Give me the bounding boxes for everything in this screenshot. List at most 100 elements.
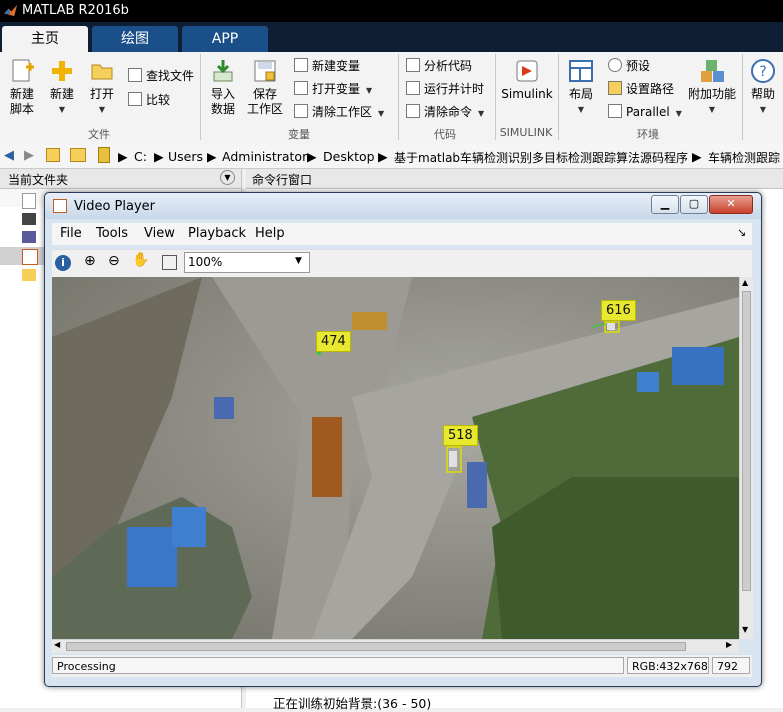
set-path-button[interactable]: 设置路径	[608, 79, 674, 99]
fit-to-window-icon[interactable]	[162, 255, 177, 270]
import-data-button[interactable]: 导入 数据	[206, 58, 240, 117]
video-player-title-bar[interactable]: Video Player ▁ ▢ ✕	[45, 193, 761, 219]
browse-folder-icon[interactable]	[70, 148, 86, 162]
tab-home[interactable]: 主页	[2, 26, 88, 52]
group-variable-label: 变量	[288, 128, 310, 141]
compare-button[interactable]: 比较	[128, 90, 170, 110]
group-environment-label: 环境	[637, 128, 659, 141]
panel-options-icon[interactable]: ▼	[220, 170, 235, 185]
parallel-dropdown-icon: ▼	[675, 109, 682, 118]
open-variable-button[interactable]: 打开变量 ▼	[294, 79, 372, 99]
new-button[interactable]: 新建 ▼	[44, 58, 80, 117]
open-variable-icon	[294, 81, 308, 95]
help-label: 帮助	[750, 87, 775, 101]
file-icon[interactable]	[22, 193, 36, 209]
current-folder-title: 当前文件夹	[8, 173, 69, 187]
breadcrumb-separator: ▶	[692, 149, 702, 164]
app-title-bar: MATLAB R2016b	[0, 0, 783, 22]
scroll-left-icon[interactable]: ◀	[54, 640, 60, 649]
scroll-down-icon[interactable]: ▼	[742, 625, 748, 634]
breadcrumb-item[interactable]: Desktop	[323, 149, 375, 164]
vertical-scroll-thumb[interactable]	[742, 291, 751, 591]
analyze-code-button[interactable]: 分析代码	[406, 56, 472, 76]
breadcrumb-item[interactable]: 基于matlab车辆检测识别多目标检测跟踪算法源码程序	[394, 149, 688, 166]
layout-button[interactable]: 布局 ▼	[564, 58, 598, 117]
menu-file[interactable]: File	[60, 226, 82, 241]
video-frame: 474 616 518	[52, 277, 739, 639]
clear-commands-button[interactable]: 清除命令 ▼	[406, 102, 484, 122]
video-file-icon[interactable]	[22, 213, 36, 225]
tab-apps[interactable]: APP	[182, 26, 268, 52]
group-code-label: 代码	[434, 128, 456, 141]
new-variable-label: 新建变量	[312, 59, 361, 73]
breadcrumb-item[interactable]: C:	[134, 149, 147, 164]
scroll-right-icon[interactable]: ▶	[726, 640, 732, 649]
forward-arrow-icon[interactable]: ▶	[24, 148, 34, 163]
add-ons-label: 附加功能	[687, 87, 736, 101]
video-player-toolbar: i ⊕ ⊖ ✋ 100% ▼	[52, 249, 752, 278]
add-ons-button[interactable]: 附加功能 ▼	[686, 58, 738, 117]
breadcrumb-item[interactable]: 车辆检测跟踪	[708, 149, 780, 166]
vertical-scrollbar[interactable]: ▲ ▼	[739, 277, 753, 639]
up-folder-icon[interactable]	[46, 148, 60, 162]
info-icon[interactable]: i	[55, 255, 71, 271]
close-button[interactable]: ✕	[709, 195, 753, 214]
menu-tools[interactable]: Tools	[96, 226, 128, 241]
import-data-label: 导入 数据	[210, 87, 235, 116]
plus-icon	[49, 58, 75, 84]
parallel-button[interactable]: Parallel ▼	[608, 102, 682, 122]
breadcrumb-item[interactable]: Users	[168, 149, 203, 164]
scroll-up-icon[interactable]: ▲	[742, 278, 748, 287]
menu-playback[interactable]: Playback	[188, 226, 246, 241]
help-button[interactable]: ? 帮助 ▼	[746, 58, 780, 117]
clear-commands-icon	[406, 104, 420, 118]
horizontal-scroll-thumb[interactable]	[66, 642, 686, 651]
video-player-title: Video Player	[74, 199, 156, 214]
open-variable-dropdown-icon: ▼	[366, 86, 373, 95]
svg-text:?: ?	[759, 64, 766, 80]
image-file-icon[interactable]	[22, 231, 36, 243]
tab-plots[interactable]: 绘图	[92, 26, 178, 52]
ribbon-tab-strip: 主页 绘图 APP	[0, 22, 783, 52]
minimize-button[interactable]: ▁	[651, 195, 679, 214]
add-ons-dropdown-icon: ▼	[708, 105, 716, 114]
breadcrumb-item[interactable]: Administrator	[222, 149, 307, 164]
new-variable-button[interactable]: 新建变量	[294, 56, 360, 76]
find-files-button[interactable]: 查找文件	[128, 66, 194, 86]
save-workspace-button[interactable]: 保存 工作区	[246, 58, 284, 117]
matlab-file-icon[interactable]	[22, 249, 38, 265]
maximize-button[interactable]: ▢	[680, 195, 708, 214]
dock-arrow-icon[interactable]: ↘	[737, 226, 746, 239]
simulink-button[interactable]: Simulink	[500, 58, 554, 102]
back-arrow-icon[interactable]: ◀	[4, 148, 14, 163]
run-and-time-button[interactable]: 运行并计时	[406, 79, 484, 99]
video-player-menu-bar: File Tools View Playback Help ↘	[52, 223, 752, 245]
breadcrumb-separator: ▶	[207, 149, 217, 164]
command-window-title: 命令行窗口	[252, 173, 313, 187]
group-simulink-label: SIMULINK	[499, 126, 553, 139]
zoom-select[interactable]: 100% ▼	[184, 252, 310, 273]
clear-workspace-button[interactable]: 清除工作区 ▼	[294, 102, 384, 122]
horizontal-scrollbar[interactable]: ◀ ▶	[52, 639, 739, 653]
find-files-icon	[128, 68, 142, 82]
folder-icon[interactable]	[22, 269, 36, 281]
simulink-icon	[514, 58, 540, 84]
folder-open-icon	[89, 58, 115, 84]
zoom-out-icon[interactable]: ⊖	[108, 253, 120, 269]
new-script-button[interactable]: 新建 脚本	[4, 58, 40, 117]
ribbon-separator	[742, 54, 743, 140]
open-button[interactable]: 打开 ▼	[84, 58, 120, 117]
clear-workspace-label: 清除工作区	[312, 105, 373, 119]
command-window-header: 命令行窗口	[246, 169, 783, 189]
menu-help[interactable]: Help	[255, 226, 285, 241]
set-path-label: 设置路径	[626, 82, 675, 96]
preferences-button[interactable]: 预设	[608, 56, 650, 76]
pan-hand-icon[interactable]: ✋	[132, 252, 149, 268]
breadcrumb-separator: ▶	[378, 149, 388, 164]
status-state: Processing	[52, 657, 624, 674]
clear-workspace-dropdown-icon: ▼	[378, 109, 385, 118]
menu-view[interactable]: View	[144, 226, 175, 241]
new-dropdown-icon: ▼	[58, 105, 66, 114]
zoom-in-icon[interactable]: ⊕	[84, 253, 96, 269]
breadcrumb-separator: ▶	[307, 149, 317, 164]
